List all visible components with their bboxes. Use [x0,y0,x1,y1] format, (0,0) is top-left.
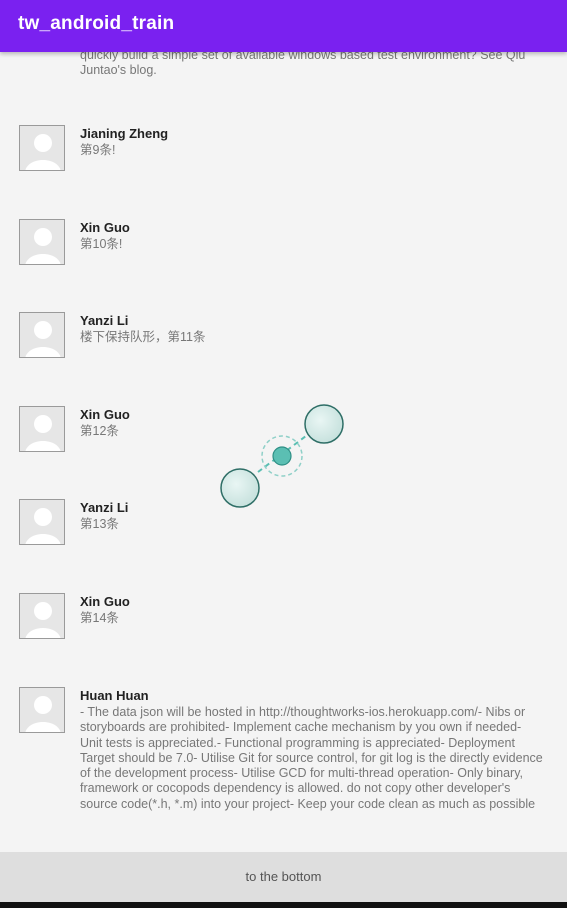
avatar-icon[interactable] [19,687,65,733]
app-title: tw_android_train [18,13,175,34]
tweet-text: 楼下保持队形，第11条 [80,330,206,344]
tweet-author-name: Xin Guo [80,407,130,422]
avatar-icon[interactable] [19,499,65,545]
avatar-icon[interactable] [19,312,65,358]
tweet-text: 第13条 [80,517,119,531]
tweet-author-name: Jianing Zheng [80,126,169,141]
tweet-text: 第10条! [80,237,123,251]
tweet-text: 第14条 [80,611,119,625]
tweet-list[interactable]: quickly build a simple set of available … [0,0,567,852]
to-bottom-button[interactable]: to the bottom [0,852,567,902]
tweet-author-name: Huan Huan [80,688,149,703]
tweet-author-name: Xin Guo [80,220,130,235]
system-nav-bar [0,902,567,908]
tweet-text: 第12条 [80,424,119,438]
avatar-icon[interactable] [19,593,65,639]
tweet-author-name: Yanzi Li [80,500,129,515]
tweet-text: 第9条! [80,143,116,157]
tweet-text-partial: quickly build a simple set of available … [80,48,526,78]
avatar-icon[interactable] [19,406,65,452]
tweet-author-name: Xin Guo [80,594,130,609]
app-bar: tw_android_train [0,0,567,52]
tweet-text: - The data json will be hosted in http:/… [80,705,543,811]
avatar-icon[interactable] [19,219,65,265]
avatar-icon[interactable] [19,125,65,171]
tweet-author-name: Yanzi Li [80,313,129,328]
